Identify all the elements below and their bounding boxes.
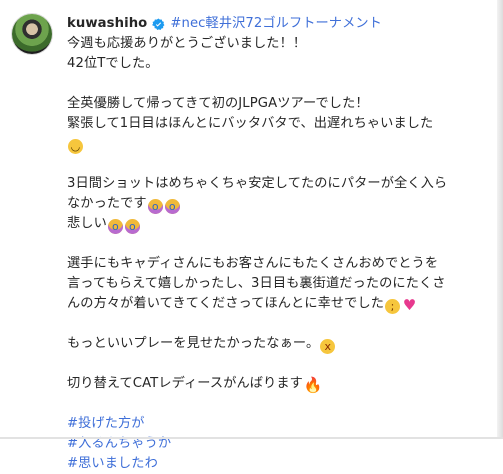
verified-badge-icon [152, 18, 165, 30]
caption-text: 悲しい [67, 216, 107, 231]
instagram-post-panel: kuwashiho #nec軽井沢72ゴルフトーナメント 今週も応援ありがとうご… [0, 0, 503, 471]
dizzy-face-emoji: x [320, 339, 336, 354]
caption-line: 3日間ショットはめちゃくちゃ安定してたのにパターが全く入ら [67, 176, 448, 191]
caption-line-with-emoji: 切り替えてCATレディースがんばります🔥 [67, 374, 487, 394]
caption-text: もっといいプレーを見せたかったなぁー。 [67, 336, 320, 351]
fire-emoji: 🔥 [303, 376, 323, 394]
caption-text: 切り替えてCATレディースがんばります [67, 376, 303, 391]
heart-emoji: ♥ [402, 296, 417, 314]
caption-line: 緊張して1日目はほんとにバッタバタで、出遅れちゃいました [67, 116, 434, 131]
caption-line-emoji: ◡ [67, 134, 487, 154]
crying-face-emoji: o [124, 219, 140, 234]
caption-line-with-emoji: 悲しい o o [67, 214, 487, 234]
teary-face-emoji: ; [385, 299, 401, 314]
caption-line: 全英優勝して帰ってきて初のJLPGAツアーでした！ [67, 96, 369, 111]
caption-line: 今週も応援ありがとうございました！！ [67, 36, 307, 51]
username[interactable]: kuwashiho [67, 14, 147, 34]
location-hashtag-link[interactable]: #nec軽井沢72ゴルフトーナメント [170, 14, 382, 34]
crying-face-emoji: o [147, 199, 163, 214]
caption-line: 言ってもらえて嬉しかったし、3日目も裏街道だったのにたくさ [67, 276, 446, 291]
caption-line-with-emoji: もっといいプレーを見せたかったなぁー。 x [67, 334, 487, 354]
sweat-smile-emoji: ◡ [68, 139, 83, 154]
hashtag-link[interactable]: #思いましたわ [67, 454, 487, 474]
caption-line-with-emoji: んの方々が着いてきてくださってほんとに幸せでした; ♥ [67, 294, 487, 314]
caption-line: 42位Tでした。 [67, 56, 159, 71]
caption-text: なかったです [67, 196, 147, 211]
caption-line-with-emoji: なかったです o o [67, 194, 487, 214]
crying-face-emoji: o [164, 199, 180, 214]
scrollbar-track[interactable] [497, 0, 503, 439]
crying-face-emoji: o [107, 219, 123, 234]
caption-line: 選手にもキャディさんにもお客さんにもたくさんおめでとうを [67, 256, 439, 271]
avatar[interactable] [12, 14, 52, 54]
hashtag-link[interactable]: #投げた方が [67, 414, 487, 434]
caption-text: んの方々が着いてきてくださってほんとに幸せでした [67, 296, 385, 311]
post-header: kuwashiho #nec軽井沢72ゴルフトーナメント [67, 14, 487, 34]
post-caption: kuwashiho #nec軽井沢72ゴルフトーナメント 今週も応援ありがとうご… [67, 14, 487, 474]
